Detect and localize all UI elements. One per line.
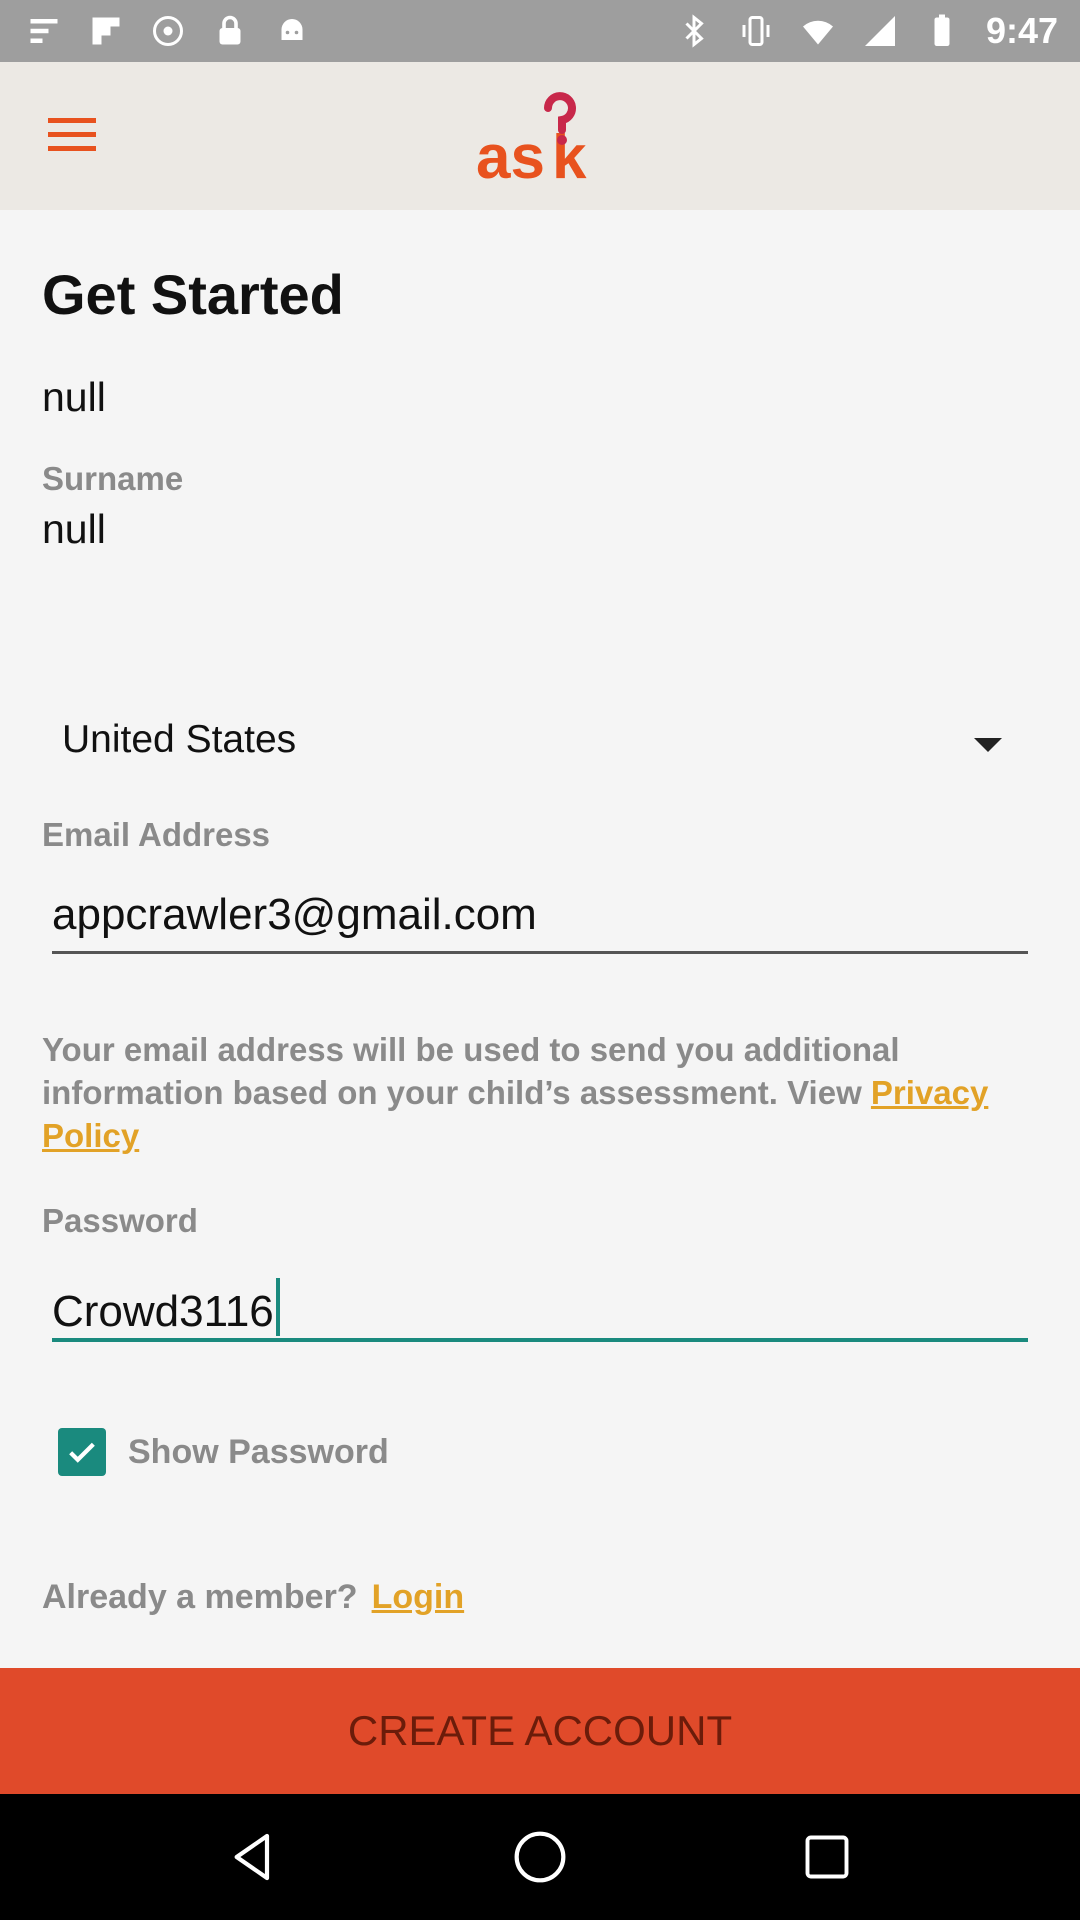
app-bar: as k	[0, 62, 1080, 210]
login-link[interactable]: Login	[372, 1578, 465, 1616]
page-title: Get Started	[42, 263, 344, 326]
email-info-text: Your email address will be used to send …	[42, 1028, 1042, 1157]
wifi-icon	[802, 20, 833, 45]
country-selected-value: United States	[62, 718, 297, 761]
status-left-icons	[26, 13, 310, 49]
vibrate-icon	[742, 16, 770, 46]
chevron-down-icon	[974, 738, 1002, 752]
sync-icon	[153, 16, 183, 46]
already-member-row: Already a member? Login	[42, 1578, 464, 1617]
screen: 9:47 as k Get Started null Surname null …	[0, 0, 1080, 1920]
svg-text:as: as	[476, 123, 545, 184]
email-label: Email Address	[42, 816, 271, 853]
recents-icon[interactable]	[797, 1827, 857, 1887]
password-label: Password	[42, 1202, 198, 1239]
password-field[interactable]: Crowd3116	[52, 1278, 1028, 1342]
create-account-button[interactable]: CREATE ACCOUNT	[0, 1668, 1080, 1794]
home-icon[interactable]	[510, 1827, 570, 1887]
back-icon[interactable]	[223, 1827, 283, 1887]
show-password-checkbox[interactable]	[58, 1428, 106, 1476]
svg-text:k: k	[552, 123, 587, 184]
checkmark-icon	[69, 1442, 95, 1463]
battery-icon	[934, 14, 950, 46]
flipboard-icon	[92, 17, 120, 45]
system-nav-bar	[0, 1794, 1080, 1920]
text-cursor	[275, 1278, 280, 1336]
status-bar: 9:47	[0, 0, 1080, 62]
surname-label: Surname	[42, 460, 184, 497]
android-icon	[281, 19, 303, 40]
country-select[interactable]: United States	[42, 710, 1038, 790]
show-password-label: Show Password	[128, 1432, 389, 1471]
hamburger-menu-icon[interactable]	[44, 110, 100, 160]
email-field[interactable]: appcrawler3@gmail.com	[52, 890, 1028, 954]
menu-lines-icon	[30, 19, 58, 43]
signal-icon	[864, 16, 895, 46]
lock-icon	[219, 15, 241, 45]
first-name-value[interactable]: null	[42, 374, 106, 421]
status-right-icons: 9:47	[676, 10, 1058, 52]
show-password-row[interactable]: Show Password	[58, 1426, 389, 1478]
info-text: Your email address will be used to send …	[42, 1031, 900, 1111]
password-field-value: Crowd3116	[52, 1287, 274, 1336]
status-time: 9:47	[985, 10, 1058, 51]
email-field-value: appcrawler3@gmail.com	[52, 890, 537, 939]
ask-logo: as k	[476, 92, 587, 184]
surname-value[interactable]: null	[42, 506, 106, 553]
bluetooth-icon	[685, 14, 704, 48]
already-member-text: Already a member?	[42, 1578, 358, 1616]
